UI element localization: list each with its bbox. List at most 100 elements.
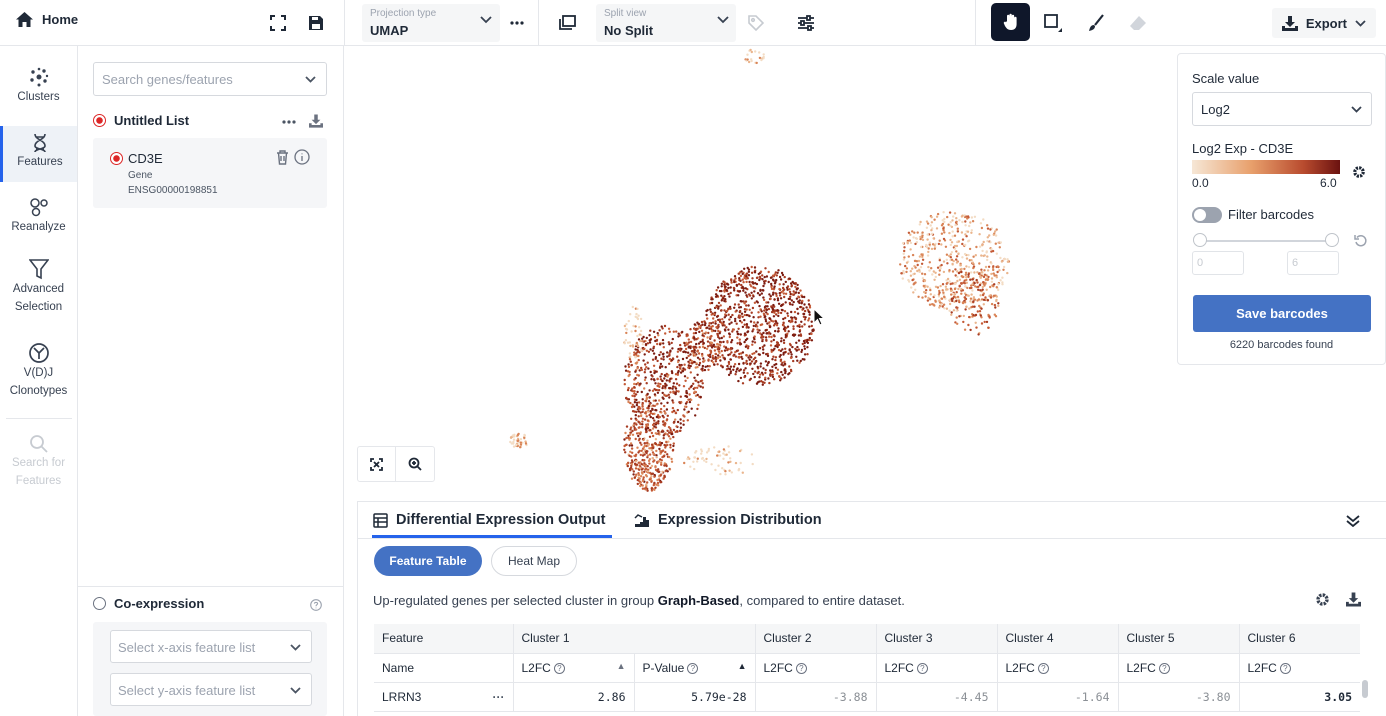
coexpression-radio[interactable] <box>93 597 106 610</box>
nav-features[interactable]: Features <box>0 126 77 182</box>
coexpression-header[interactable]: Co-expression <box>93 596 204 611</box>
gear-icon[interactable] <box>1352 165 1366 179</box>
export-button[interactable]: Export <box>1271 8 1376 38</box>
table-row[interactable]: LRRN3 ··· 2.86 5.79e-28 -3.88 -4.45 -1.64… <box>374 682 1360 712</box>
trash-icon[interactable] <box>276 150 289 165</box>
feature-list-header[interactable]: Untitled List <box>93 113 189 128</box>
cell-point <box>638 333 641 336</box>
tab-differential-expression[interactable]: Differential Expression Output <box>373 512 605 528</box>
eraser-icon[interactable] <box>1126 11 1150 35</box>
cell-point <box>989 241 992 244</box>
cell-point <box>936 266 940 269</box>
cell-point <box>748 308 751 311</box>
cell-point <box>701 367 704 370</box>
nav-vdj-clonotypes[interactable]: V(D)J Clonotypes <box>0 342 77 404</box>
collapse-panel-icon[interactable] <box>1346 515 1360 527</box>
more-options-icon[interactable] <box>282 120 296 124</box>
save-icon[interactable] <box>304 11 328 35</box>
cell-point <box>661 353 665 356</box>
info-icon[interactable] <box>294 149 310 165</box>
box-select-icon[interactable] <box>1041 11 1065 35</box>
cell-point <box>799 359 802 363</box>
cluster-2-l2fc-header[interactable]: L2FC? <box>755 653 877 683</box>
cell-point <box>653 419 656 422</box>
cell-point <box>634 348 637 351</box>
list-radio[interactable] <box>93 114 106 127</box>
more-options-icon[interactable]: ··· <box>493 690 505 704</box>
cell-point <box>963 301 967 304</box>
cell-point <box>758 376 761 379</box>
projection-type-select[interactable]: Projection type UMAP <box>362 4 500 42</box>
nav-advanced-selection[interactable]: Advanced Selection <box>0 258 77 320</box>
cell-point <box>670 370 674 373</box>
reset-icon[interactable] <box>1354 234 1368 248</box>
nav-reanalyze[interactable]: Reanalyze <box>0 196 77 246</box>
sort-icon[interactable]: ▲ <box>617 661 626 671</box>
cell-point <box>950 293 953 296</box>
cluster-1-pvalue-header[interactable]: P-Value? ▲ <box>634 653 756 683</box>
filter-barcodes-toggle[interactable] <box>1192 207 1222 223</box>
fullscreen-icon[interactable] <box>266 11 290 35</box>
cell-point <box>772 315 776 318</box>
feature-table-button[interactable]: Feature Table <box>374 546 482 576</box>
brush-icon[interactable] <box>1084 11 1108 35</box>
left-navigation: Clusters Features Reanalyze Advanced Sel… <box>0 46 78 716</box>
filter-min-input[interactable]: 0 <box>1192 251 1244 275</box>
cell-point <box>751 340 754 343</box>
cluster-4-l2fc-header[interactable]: L2FC? <box>997 653 1119 683</box>
table-scrollbar[interactable] <box>1362 680 1368 698</box>
scale-value-select[interactable]: Log2 <box>1192 92 1372 126</box>
fit-view-icon[interactable] <box>358 447 397 481</box>
x-axis-feature-select[interactable]: Select x-axis feature list <box>110 630 312 663</box>
y-axis-feature-select[interactable]: Select y-axis feature list <box>110 673 312 706</box>
heat-map-button[interactable]: Heat Map <box>491 546 577 576</box>
range-min-handle[interactable] <box>1193 233 1207 247</box>
cell-point <box>658 366 662 369</box>
settings-sliders-icon[interactable] <box>794 11 818 35</box>
cell-point <box>754 287 757 290</box>
cell-point <box>648 334 651 337</box>
zoom-in-icon[interactable] <box>396 447 434 481</box>
cell-point <box>705 457 708 461</box>
cell-point <box>671 432 674 436</box>
cell-point <box>995 228 998 231</box>
pan-hand-icon[interactable] <box>991 3 1030 41</box>
cell-point <box>707 358 710 361</box>
range-max-handle[interactable] <box>1325 233 1339 247</box>
cell-point <box>807 303 811 306</box>
cell-point <box>737 332 740 336</box>
cell-point <box>631 389 634 393</box>
cell-point <box>986 278 990 281</box>
cell-point <box>654 388 658 392</box>
cell-point <box>634 370 637 373</box>
cell-point <box>630 462 633 466</box>
cell-point <box>662 346 665 349</box>
filter-max-input[interactable]: 6 <box>1287 251 1339 275</box>
tab-expression-distribution[interactable]: Expression Distribution <box>634 512 822 528</box>
more-options-icon[interactable] <box>505 11 529 35</box>
feature-radio[interactable] <box>110 152 123 165</box>
cell-point <box>661 365 664 368</box>
download-table-icon[interactable] <box>1346 592 1361 607</box>
cluster-6-l2fc-header[interactable]: L2FC? <box>1239 653 1360 683</box>
cell-point <box>744 345 748 348</box>
nav-clusters[interactable]: Clusters <box>0 66 77 116</box>
download-list-icon[interactable] <box>309 114 323 128</box>
tag-icon[interactable] <box>744 11 768 35</box>
cluster-1-l2fc-header[interactable]: L2FC? ▲ <box>513 653 635 683</box>
gear-icon[interactable] <box>1315 592 1330 607</box>
home-link[interactable]: Home <box>16 12 78 27</box>
cell-point <box>803 345 806 348</box>
nav-search-features[interactable]: Search for Features <box>0 434 77 496</box>
cell-point <box>664 394 667 397</box>
feature-card-cd3e[interactable]: CD3E Gene ENSG00000198851 <box>93 138 327 208</box>
help-icon[interactable] <box>310 599 322 611</box>
sort-icon[interactable]: ▲ <box>738 661 747 671</box>
cluster-5-l2fc-header[interactable]: L2FC? <box>1118 653 1240 683</box>
cell-point <box>744 367 747 370</box>
cluster-3-l2fc-header[interactable]: L2FC? <box>876 653 998 683</box>
split-view-select[interactable]: Split view No Split <box>596 4 736 42</box>
search-genes-input[interactable]: Search genes/features <box>93 62 327 96</box>
save-barcodes-button[interactable]: Save barcodes <box>1193 295 1371 332</box>
layers-icon[interactable] <box>555 11 579 35</box>
